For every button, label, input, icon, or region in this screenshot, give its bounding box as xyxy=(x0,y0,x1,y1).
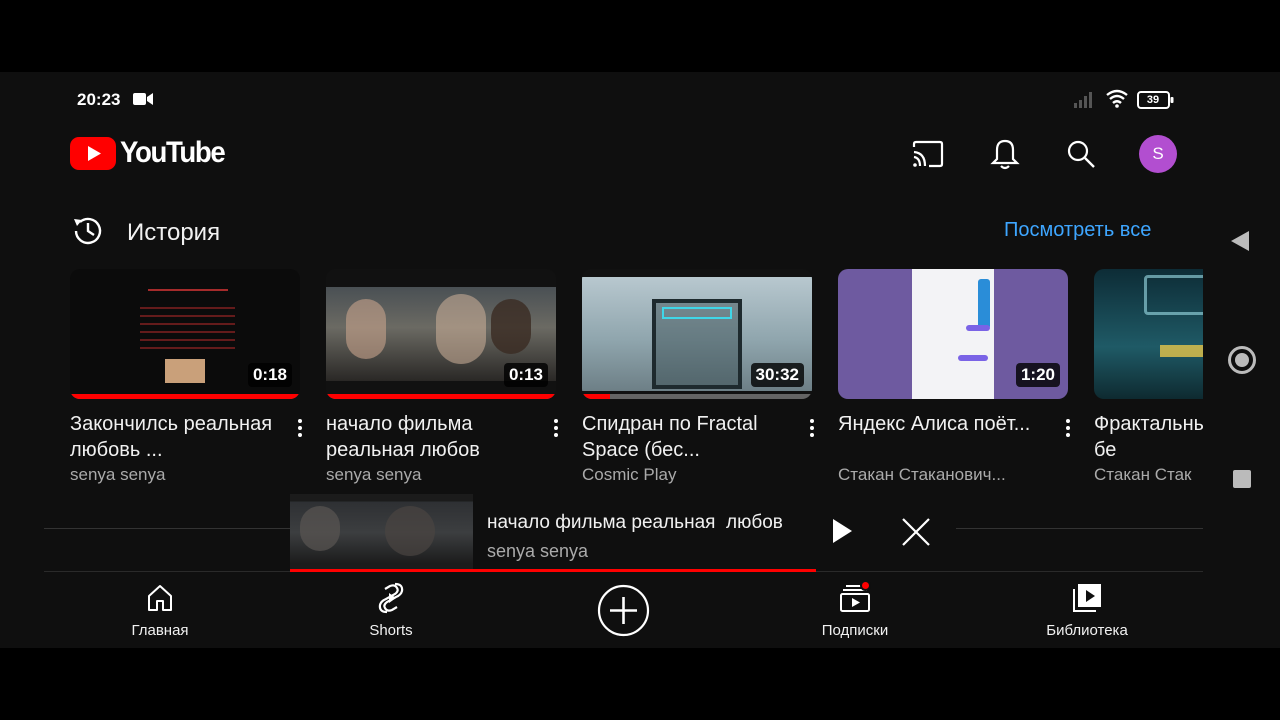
video-thumbnail[interactable] xyxy=(1094,269,1203,399)
create-plus-icon[interactable] xyxy=(597,584,650,637)
cast-icon xyxy=(912,140,944,168)
search-icon xyxy=(1067,140,1095,168)
nav-shorts-label: Shorts xyxy=(369,622,413,639)
video-title[interactable]: Фрактальный космос, бе xyxy=(1094,411,1203,463)
play-icon xyxy=(833,519,852,543)
nav-home-label: Главная xyxy=(131,622,189,639)
nav-shorts[interactable]: Shorts xyxy=(321,580,461,639)
video-thumbnail[interactable]: 0:13 xyxy=(326,269,556,399)
battery-icon: 39 xyxy=(1137,91,1175,109)
more-options-icon[interactable] xyxy=(292,415,308,441)
mini-player-close-button[interactable] xyxy=(898,514,934,550)
nav-subscriptions[interactable]: Подписки xyxy=(785,580,925,639)
history-carousel[interactable]: 0:18 Закончилсь реальная любовь ... seny… xyxy=(70,269,1203,509)
nav-library[interactable]: Библиотека xyxy=(1017,580,1157,639)
android-back-icon[interactable] xyxy=(1230,230,1250,252)
video-title[interactable]: Яндекс Алиса поёт... xyxy=(838,411,1046,463)
youtube-logo[interactable]: YouTube xyxy=(70,136,233,170)
video-duration: 30:32 xyxy=(750,363,804,387)
library-icon xyxy=(1073,584,1101,612)
video-title[interactable]: начало фильма реальная любов xyxy=(326,411,534,463)
video-thumbnail[interactable]: 0:18 xyxy=(70,269,300,399)
video-channel[interactable]: senya senya xyxy=(70,465,275,485)
status-time: 20:23 xyxy=(77,90,121,109)
home-icon xyxy=(148,585,172,611)
video-recording-icon xyxy=(133,93,153,105)
wifi-icon xyxy=(1106,89,1128,108)
video-channel[interactable]: senya senya xyxy=(326,465,531,485)
history-card[interactable]: 30:32 Спидран по Fractal Space (бес... C… xyxy=(582,269,814,485)
youtube-play-logo-icon xyxy=(70,136,116,170)
watch-progress xyxy=(326,394,556,399)
search-button[interactable] xyxy=(1061,134,1101,174)
watch-progress xyxy=(582,394,610,399)
more-options-icon[interactable] xyxy=(1060,415,1076,441)
video-title[interactable]: Спидран по Fractal Space (бес... xyxy=(582,411,790,463)
history-title: История xyxy=(127,219,221,246)
history-card[interactable]: 0:18 Закончилсь реальная любовь ... seny… xyxy=(70,269,302,485)
more-options-icon[interactable] xyxy=(548,415,564,441)
history-card[interactable]: 1:20 Яндекс Алиса поёт... Стакан Стакано… xyxy=(838,269,1070,485)
video-channel[interactable]: Стакан Стак xyxy=(1094,465,1203,485)
cast-button[interactable] xyxy=(908,134,948,174)
nav-subscriptions-label: Подписки xyxy=(821,622,889,639)
video-duration: 1:20 xyxy=(1015,363,1060,387)
video-channel[interactable]: Cosmic Play xyxy=(582,465,787,485)
android-home-icon[interactable] xyxy=(1228,346,1256,374)
see-all-link[interactable]: Посмотреть все xyxy=(1004,219,1151,242)
history-card[interactable]: Фрактальный космос, бе Стакан Стак xyxy=(1094,269,1203,485)
video-title[interactable]: Закончилсь реальная любовь ... xyxy=(70,411,278,463)
close-icon xyxy=(902,518,930,546)
video-duration: 0:18 xyxy=(247,363,292,387)
logo-text: YouTube xyxy=(120,136,226,169)
nav-home[interactable]: Главная xyxy=(90,580,230,639)
battery-level: 39 xyxy=(1146,94,1160,106)
shorts-icon xyxy=(378,582,404,614)
video-channel[interactable]: Стакан Стаканович... xyxy=(838,465,1043,485)
mini-player[interactable]: начало фильма реальная любов senya senya xyxy=(290,494,956,572)
bell-icon xyxy=(990,139,1020,170)
signal-icon xyxy=(1074,92,1092,108)
watch-progress xyxy=(70,394,300,399)
history-card[interactable]: 0:13 начало фильма реальная любов senya … xyxy=(326,269,558,485)
mini-player-progress xyxy=(290,569,816,572)
app-screen: 20:23 39 YouTube S История Посмотреть вс… xyxy=(0,72,1280,648)
video-thumbnail[interactable]: 30:32 xyxy=(582,269,812,399)
video-duration: 0:13 xyxy=(503,363,548,387)
mini-player-thumbnail[interactable] xyxy=(290,494,473,571)
mini-player-play-button[interactable] xyxy=(825,514,859,548)
mini-player-channel: senya senya xyxy=(487,541,589,561)
video-thumbnail[interactable]: 1:20 xyxy=(838,269,1068,399)
nav-library-label: Библиотека xyxy=(1046,622,1128,639)
mini-player-title[interactable]: начало фильма реальная любов xyxy=(487,512,783,534)
history-icon xyxy=(74,217,102,245)
account-avatar[interactable]: S xyxy=(1139,135,1177,173)
notification-badge-dot xyxy=(860,580,871,591)
android-recents-icon[interactable] xyxy=(1233,470,1251,488)
more-options-icon[interactable] xyxy=(804,415,820,441)
notifications-button[interactable] xyxy=(985,134,1025,174)
